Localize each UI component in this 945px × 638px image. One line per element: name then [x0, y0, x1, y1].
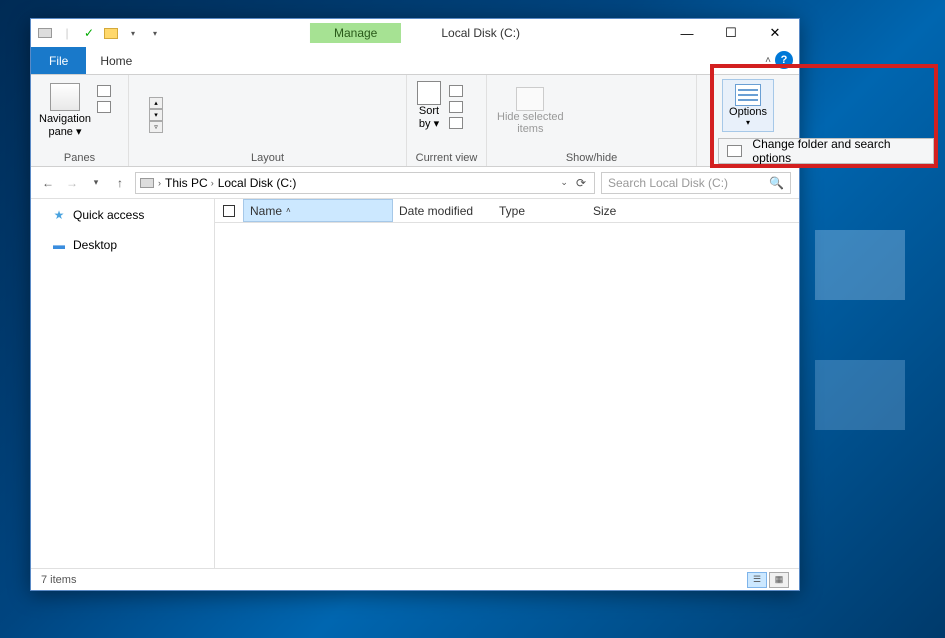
file-explorer-window: | ✓ ▾ ▾ Manage Local Disk (C:) — ☐ ✕ Fil… [30, 18, 800, 591]
layout-group-label: Layout [135, 150, 400, 166]
column-name[interactable]: Name ˄ [243, 199, 393, 222]
ribbon-tabs: File Home ˄ ? [31, 47, 799, 75]
drive-icon [140, 178, 154, 188]
folder-options-icon [727, 145, 742, 157]
details-pane-icon[interactable] [97, 101, 111, 113]
up-button[interactable]: ↑ [111, 174, 129, 192]
window-title: Local Disk (C:) [441, 26, 520, 40]
navigation-pane-button[interactable]: Navigation pane ▾ [37, 79, 93, 142]
search-input[interactable]: Search Local Disk (C:) 🔍 [601, 172, 791, 194]
breadcrumb-local-disk[interactable]: Local Disk (C:) [218, 176, 297, 190]
breadcrumb-chevron[interactable]: › [158, 178, 161, 188]
current-view-group-label: Current view [413, 150, 480, 166]
breadcrumb-this-pc[interactable]: This PC› [165, 176, 214, 190]
help-icon[interactable]: ? [775, 51, 793, 69]
navigation-pane-icon [50, 83, 80, 111]
sort-icon [417, 81, 441, 105]
layout-scroll-up[interactable]: ▴ [149, 97, 163, 109]
qat-properties-icon[interactable] [37, 25, 53, 41]
options-icon [735, 84, 761, 106]
options-label: Options [729, 106, 767, 118]
star-icon: ★ [51, 208, 67, 222]
details-view-toggle[interactable]: ☰ [747, 572, 767, 588]
group-by-icon[interactable] [449, 85, 463, 97]
layout-more[interactable]: ▿ [149, 121, 163, 133]
status-bar: 7 items ☰ ▦ [31, 568, 799, 590]
options-dropdown-menu: Change folder and search options [718, 138, 934, 164]
select-all-checkbox[interactable] [223, 205, 235, 217]
size-columns-icon[interactable] [449, 117, 463, 129]
minimize-button[interactable]: — [665, 19, 709, 47]
status-items-count: 7 items [41, 574, 76, 586]
change-folder-options-item[interactable]: Change folder and search options [752, 137, 925, 165]
qat-dropdown-icon[interactable]: ▾ [125, 25, 141, 41]
file-list[interactable]: Name ˄ Date modified Type Size [215, 199, 799, 568]
icons-view-toggle[interactable]: ▦ [769, 572, 789, 588]
sort-by-label: Sort by ▾ [419, 105, 439, 130]
column-size[interactable]: Size [587, 204, 647, 218]
column-headers: Name ˄ Date modified Type Size [215, 199, 799, 223]
file-menu[interactable]: File [31, 47, 86, 74]
forward-button[interactable]: → [63, 174, 81, 192]
navigation-tree[interactable]: ★Quick access ▬Desktop [31, 199, 215, 568]
address-bar-row: ← → ▾ ↑ › This PC› Local Disk (C:) ⌄ ⟳ S… [31, 167, 799, 199]
maximize-button[interactable]: ☐ [709, 19, 753, 47]
panes-group-label: Panes [37, 150, 122, 166]
ribbon: Navigation pane ▾ Panes ▴ ▾ ▿ Layout [31, 75, 799, 167]
address-dropdown-icon[interactable]: ⌄ [560, 177, 568, 188]
hide-selected-button[interactable]: Hide selected items [497, 79, 564, 135]
address-bar[interactable]: › This PC› Local Disk (C:) ⌄ ⟳ [135, 172, 595, 194]
show-hide-group-label: Show/hide [493, 150, 690, 166]
options-button[interactable]: Options ▾ [722, 79, 774, 132]
hide-selected-label: Hide selected items [497, 111, 564, 135]
qat-folder-icon[interactable] [103, 25, 119, 41]
qat-overflow-icon[interactable]: ▾ [147, 25, 163, 41]
sort-by-button[interactable]: Sort by ▾ [413, 79, 445, 132]
column-date[interactable]: Date modified [393, 204, 493, 218]
search-placeholder: Search Local Disk (C:) [608, 176, 728, 190]
desktop-icon: ▬ [51, 238, 67, 252]
qat-check-icon[interactable]: ✓ [81, 25, 97, 41]
recent-locations-icon[interactable]: ▾ [87, 174, 105, 192]
add-columns-icon[interactable] [449, 101, 463, 113]
contextual-tab-manage[interactable]: Manage [310, 23, 401, 43]
qat-separator: | [59, 25, 75, 41]
title-bar: | ✓ ▾ ▾ Manage Local Disk (C:) — ☐ ✕ [31, 19, 799, 47]
refresh-icon[interactable]: ⟳ [572, 176, 590, 190]
layout-scroll-down[interactable]: ▾ [149, 109, 163, 121]
column-type[interactable]: Type [493, 204, 587, 218]
navigation-pane-label: Navigation pane ▾ [39, 113, 91, 138]
back-button[interactable]: ← [39, 174, 57, 192]
tab-home[interactable]: Home [86, 47, 146, 74]
ribbon-minimize-icon[interactable]: ˄ [765, 55, 771, 66]
sidebar-desktop[interactable]: ▬Desktop [31, 235, 214, 255]
hide-selected-icon [516, 87, 544, 111]
close-button[interactable]: ✕ [753, 19, 797, 47]
preview-pane-icon[interactable] [97, 85, 111, 97]
sidebar-quick-access[interactable]: ★Quick access [31, 205, 214, 225]
search-icon: 🔍 [769, 176, 784, 190]
